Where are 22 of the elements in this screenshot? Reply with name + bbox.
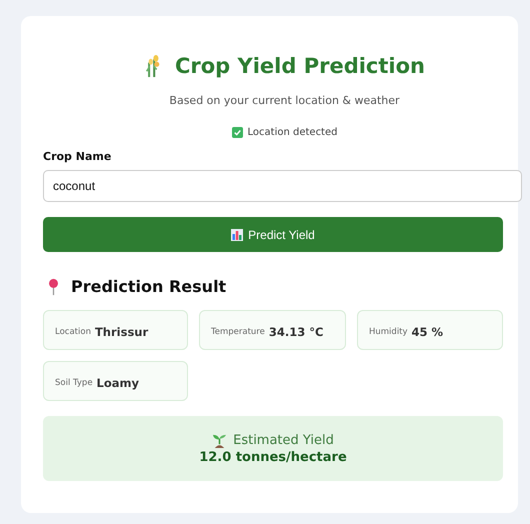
check-icon [232, 127, 243, 138]
stat-value: Thrissur [94, 325, 148, 339]
stat-label: Temperature [211, 327, 265, 337]
subtitle: Based on your current location & weather [168, 94, 401, 107]
stat-value: Loamy [96, 376, 140, 390]
field-label: Crop Name [43, 150, 112, 163]
stat-value: 45 % [412, 325, 444, 339]
stat-label: Humidity [369, 327, 408, 337]
yield-value: 12.0 tonnes/hectare [199, 450, 347, 464]
section-heading: Prediction Result [71, 277, 226, 296]
crop-name-field[interactable]: coconut [43, 170, 522, 202]
predict-button[interactable]: Predict Yield [43, 217, 503, 252]
seedling-icon [212, 432, 228, 448]
yield-label: Estimated Yield [233, 432, 334, 448]
bar-chart-icon [231, 228, 244, 240]
status-text: Location detected [248, 127, 338, 138]
stat-label: Soil Type [55, 378, 93, 388]
stat-value: 34.13 °C [268, 325, 324, 339]
stat-label: Location [55, 327, 91, 337]
wheat-icon [144, 54, 161, 78]
page-title: Crop Yield Prediction [174, 54, 425, 78]
pin-icon [48, 278, 59, 296]
